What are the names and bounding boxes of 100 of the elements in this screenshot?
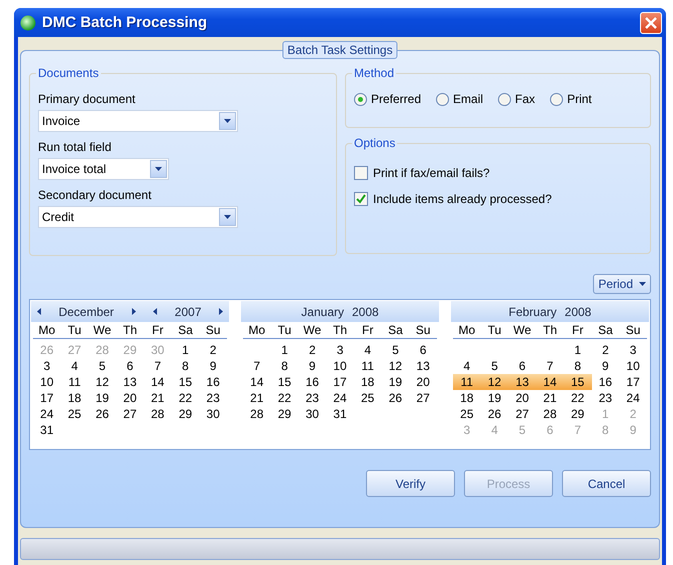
calendar-day[interactable]: 5 (382, 342, 410, 358)
calendar-day[interactable]: 7 (243, 358, 271, 374)
calendar-day[interactable]: 20 (409, 374, 437, 390)
calendar-day[interactable]: 15 (564, 374, 592, 390)
calendar-day[interactable]: 24 (326, 390, 354, 406)
calendar-day[interactable]: 29 (270, 406, 298, 422)
calendar-day[interactable]: 28 (536, 406, 564, 422)
previous-arrow-icon[interactable] (153, 308, 158, 315)
calendar-day[interactable]: 8 (270, 358, 298, 374)
calendar-day[interactable]: 1 (564, 342, 592, 358)
calendar-day[interactable]: 5 (88, 358, 116, 374)
calendar-day[interactable]: 11 (354, 358, 382, 374)
previous-arrow-icon[interactable] (37, 308, 41, 315)
calendar-day[interactable]: 16 (199, 374, 227, 390)
calendar-day[interactable]: 26 (88, 406, 116, 422)
calendar-day[interactable]: 20 (508, 390, 536, 406)
calendar-day[interactable]: 28 (243, 406, 271, 422)
calendar-day[interactable]: 25 (354, 390, 382, 406)
calendar-day[interactable]: 30 (199, 406, 227, 422)
calendar-day[interactable]: 4 (354, 342, 382, 358)
calendar-day[interactable]: 7 (144, 358, 172, 374)
calendar-day[interactable]: 18 (60, 390, 88, 406)
calendar-day[interactable]: 13 (508, 374, 536, 390)
action-button[interactable]: Cancel (562, 470, 651, 497)
calendar-day[interactable]: 16 (298, 374, 326, 390)
calendar-day[interactable]: 6 (116, 358, 144, 374)
calendar-day[interactable]: 27 (508, 406, 536, 422)
calendar-day[interactable]: 9 (298, 358, 326, 374)
calendar-day[interactable]: 23 (592, 390, 620, 406)
calendar-day[interactable]: 8 (172, 358, 200, 374)
checkbox[interactable] (354, 192, 368, 206)
calendar-day[interactable]: 11 (60, 374, 88, 390)
calendar-day[interactable]: 19 (480, 390, 508, 406)
calendar-day[interactable]: 31 (33, 422, 61, 438)
calendar-day[interactable]: 10 (33, 374, 61, 390)
calendar-day[interactable]: 3 (326, 342, 354, 358)
calendar-day[interactable]: 2 (298, 342, 326, 358)
period-dropdown[interactable]: Period (593, 274, 651, 294)
calendar-day[interactable]: 31 (326, 406, 354, 422)
calendar-day[interactable]: 5 (480, 358, 508, 374)
calendar-day[interactable]: 6 (409, 342, 437, 358)
calendar-day[interactable]: 26 (382, 390, 410, 406)
calendar-day[interactable]: 10 (326, 358, 354, 374)
calendar-day[interactable]: 17 (619, 374, 647, 390)
calendar-day[interactable]: 3 (619, 342, 647, 358)
calendar-day[interactable]: 16 (592, 374, 620, 390)
calendar-day[interactable]: 13 (409, 358, 437, 374)
calendar-day[interactable]: 18 (453, 390, 481, 406)
calendar-day[interactable]: 25 (453, 406, 481, 422)
calendar-day[interactable]: 11 (453, 374, 481, 390)
calendar-day[interactable]: 18 (354, 374, 382, 390)
calendar-day[interactable]: 30 (298, 406, 326, 422)
calendar-day[interactable]: 15 (172, 374, 200, 390)
calendar-day[interactable]: 27 (409, 390, 437, 406)
calendar-day[interactable]: 24 (33, 406, 61, 422)
action-button[interactable]: Verify (366, 470, 455, 497)
calendar-day[interactable]: 19 (88, 390, 116, 406)
calendar-day[interactable]: 22 (270, 390, 298, 406)
radio-option[interactable]: Print (550, 92, 592, 106)
radio-option[interactable]: Preferred (354, 92, 422, 106)
calendar-day[interactable]: 6 (508, 358, 536, 374)
checkbox[interactable] (354, 166, 368, 180)
calendar-day[interactable]: 17 (33, 390, 61, 406)
calendar-day[interactable]: 23 (298, 390, 326, 406)
calendar-day[interactable]: 21 (536, 390, 564, 406)
calendar-day[interactable]: 14 (243, 374, 271, 390)
calendar-day[interactable]: 27 (116, 406, 144, 422)
calendar-day[interactable]: 4 (453, 358, 481, 374)
next-arrow-icon[interactable] (132, 308, 136, 315)
calendar-day[interactable]: 10 (619, 358, 647, 374)
calendar-day[interactable]: 21 (144, 390, 172, 406)
calendar-day[interactable]: 24 (619, 390, 647, 406)
calendar-day[interactable]: 26 (480, 406, 508, 422)
calendar-day[interactable]: 22 (172, 390, 200, 406)
calendar-day[interactable]: 14 (536, 374, 564, 390)
calendar-day[interactable]: 13 (116, 374, 144, 390)
calendar-day[interactable]: 7 (536, 358, 564, 374)
calendar-day[interactable]: 2 (592, 342, 620, 358)
calendar-day[interactable]: 3 (33, 358, 61, 374)
calendar-day[interactable]: 9 (592, 358, 620, 374)
dropdown-field[interactable]: Credit (38, 206, 238, 228)
calendar-day[interactable]: 21 (243, 390, 271, 406)
close-button[interactable] (640, 12, 662, 34)
calendar-day[interactable]: 15 (270, 374, 298, 390)
calendar-day[interactable]: 29 (172, 406, 200, 422)
radio-option[interactable]: Email (436, 92, 484, 106)
calendar-day[interactable]: 22 (564, 390, 592, 406)
calendar-day[interactable]: 29 (564, 406, 592, 422)
calendar-day[interactable]: 20 (116, 390, 144, 406)
calendar-day[interactable]: 12 (382, 358, 410, 374)
calendar-day[interactable]: 23 (199, 390, 227, 406)
calendar-day[interactable]: 1 (270, 342, 298, 358)
next-arrow-icon[interactable] (218, 308, 223, 315)
calendar-day[interactable]: 25 (60, 406, 88, 422)
calendar-day[interactable]: 12 (480, 374, 508, 390)
calendar-day[interactable]: 2 (199, 342, 227, 358)
calendar-day[interactable]: 1 (172, 342, 200, 358)
calendar-day[interactable]: 14 (144, 374, 172, 390)
radio-option[interactable]: Fax (498, 92, 536, 106)
calendar-day[interactable]: 9 (199, 358, 227, 374)
